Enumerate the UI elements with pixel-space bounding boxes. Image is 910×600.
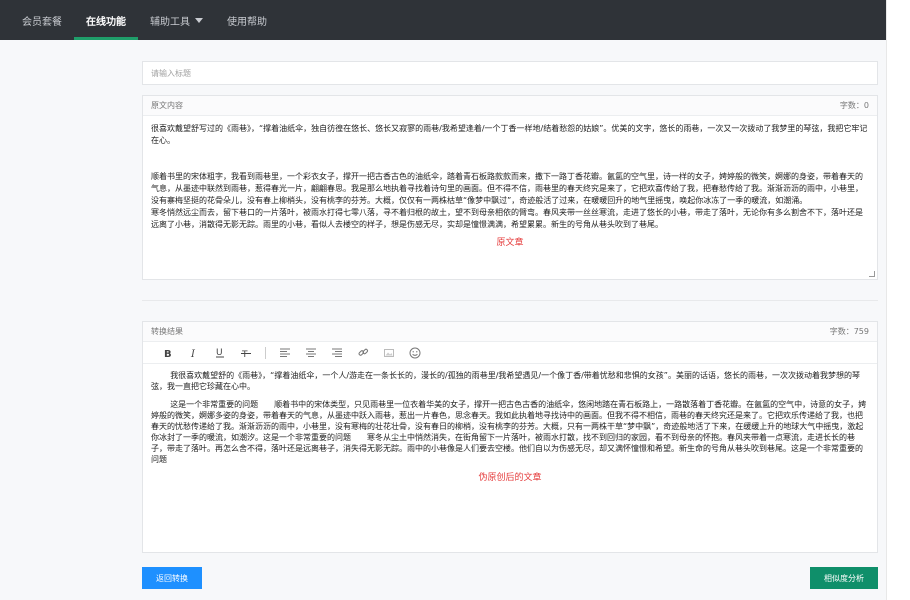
nav-item-membership[interactable]: 会员套餐 — [10, 0, 74, 40]
original-panel-header: 原文内容 字数：0 — [143, 96, 877, 116]
similarity-analysis-button[interactable]: 相似度分析 — [810, 567, 878, 589]
original-paragraph: 很喜欢戴望舒写过的《雨巷》，“撑着油纸伞，独自彷徨在悠长、悠长又寂寥的雨巷/我希… — [151, 124, 868, 145]
original-textarea[interactable]: 很喜欢戴望舒写过的《雨巷》，“撑着油纸伞，独自彷徨在悠长、悠长又寂寥的雨巷/我希… — [143, 116, 877, 279]
result-paragraph: 这是一个非常重要的问题 顺着书中的宋体类型，只见雨巷里一位衣着华美的女子，撑开一… — [151, 400, 867, 464]
nav-label: 辅助工具 — [150, 16, 190, 28]
result-word-count: 字数：759 — [829, 327, 869, 336]
resize-handle[interactable] — [869, 271, 875, 277]
align-right-icon[interactable] — [324, 342, 350, 364]
caret-down-icon — [195, 18, 203, 23]
back-to-convert-button[interactable]: 返回转换 — [142, 567, 202, 589]
link-icon[interactable] — [350, 342, 376, 364]
result-annotation: 伪原创后的文章 — [478, 473, 542, 483]
section-divider — [142, 300, 878, 301]
result-editor[interactable]: 我很喜欢戴望舒的《雨巷》，“撑着油纸伞，一个人/游走在一条长长的，漫长的/孤独的… — [143, 364, 877, 552]
title-input[interactable] — [142, 61, 878, 85]
nav-label: 使用帮助 — [227, 16, 267, 28]
strikethrough-icon[interactable]: T — [233, 342, 259, 364]
original-annotation: 原文章 — [496, 238, 524, 248]
result-panel-header: 转换结果 字数：759 — [143, 322, 877, 342]
top-navbar: 会员套餐 在线功能 辅助工具 使用帮助 — [0, 0, 886, 40]
result-panel: 转换结果 字数：759 B I U T 我很喜欢戴望舒的《雨巷》，“撑着油纸伞，… — [142, 321, 878, 553]
underline-icon[interactable]: U — [207, 342, 233, 364]
svg-text:I: I — [190, 349, 196, 358]
nav-item-online-tools[interactable]: 在线功能 — [74, 0, 138, 40]
align-center-icon[interactable] — [298, 342, 324, 364]
svg-text:B: B — [164, 349, 172, 358]
original-text-panel: 原文内容 字数：0 很喜欢戴望舒写过的《雨巷》，“撑着油纸伞，独自彷徨在悠长、悠… — [142, 95, 878, 280]
nav-label: 在线功能 — [86, 16, 126, 28]
emoji-icon[interactable] — [402, 342, 428, 364]
original-paragraph: 寒冬悄然远尘而去，留下巷口的一片落叶，被雨水打得七零八落，寻不着归根的故土，望不… — [151, 208, 863, 229]
result-header-label: 转换结果 — [151, 327, 183, 336]
nav-item-assist-tools[interactable]: 辅助工具 — [138, 0, 215, 40]
right-scroll-rail[interactable] — [886, 0, 910, 600]
bold-icon[interactable]: B — [155, 342, 181, 364]
image-icon[interactable] — [376, 342, 402, 364]
toolbar-separator — [265, 346, 266, 359]
original-header-label: 原文内容 — [151, 101, 183, 110]
italic-icon[interactable]: I — [181, 342, 207, 364]
nav-item-help[interactable]: 使用帮助 — [215, 0, 279, 40]
original-paragraph: 顺着书里的宋体粗字，我看到雨巷里，一个彩衣女子，撑开一把古香古色的油纸伞，踏着青… — [151, 172, 863, 205]
original-word-count: 字数：0 — [839, 101, 869, 110]
main-content: 原文内容 字数：0 很喜欢戴望舒写过的《雨巷》，“撑着油纸伞，独自彷徨在悠长、悠… — [0, 40, 886, 600]
align-left-icon[interactable] — [272, 342, 298, 364]
editor-toolbar: B I U T — [143, 342, 877, 364]
result-paragraph: 我很喜欢戴望舒的《雨巷》，“撑着油纸伞，一个人/游走在一条长长的，漫长的/孤独的… — [151, 371, 860, 391]
nav-label: 会员套餐 — [22, 16, 62, 28]
